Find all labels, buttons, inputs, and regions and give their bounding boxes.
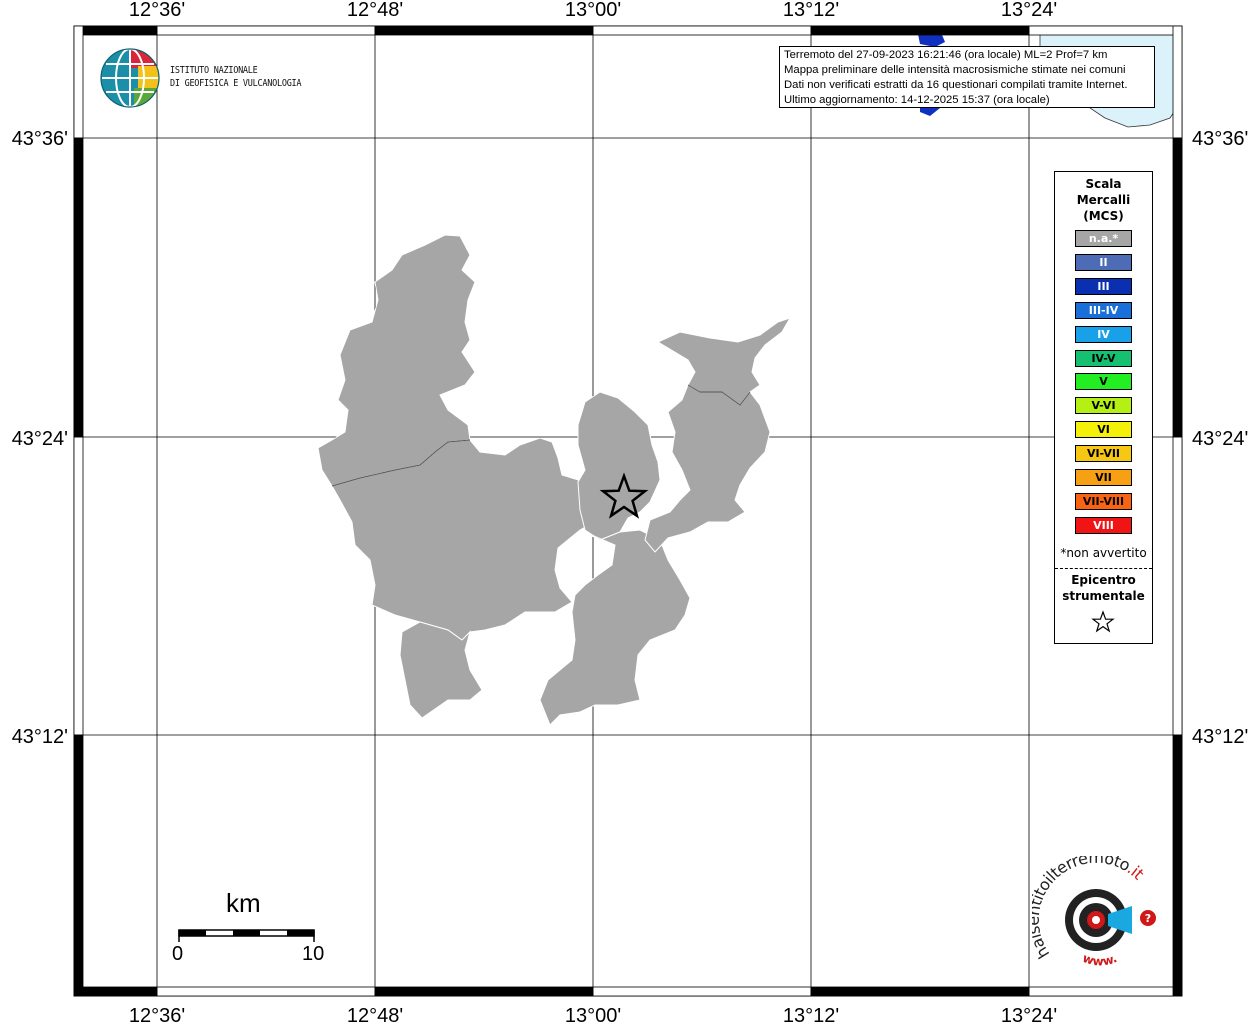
scale-bar-segment: [287, 930, 314, 936]
legend-swatch: V: [1075, 373, 1132, 391]
legend-title-line: Scala: [1085, 177, 1122, 191]
municipality-polygon: [539, 529, 691, 726]
institute-name-line: ISTITUTO NAZIONALE: [170, 65, 258, 76]
frame-bar-segment: [592, 25, 812, 36]
frame-bar-segment: [156, 25, 376, 36]
frame-bar-segment: [1172, 25, 1183, 139]
lat-label-left: 43°24': [12, 428, 68, 450]
legend-swatch: VI-VII: [1075, 445, 1132, 463]
frame-bar-segment: [1172, 137, 1183, 438]
frame-bar-segment: [156, 986, 376, 997]
globe-icon: [100, 48, 160, 108]
lon-label-top: 13°12': [783, 0, 839, 21]
frame-bar-segment: [1172, 436, 1183, 736]
info-line: Dati non verificati estratti da 16 quest…: [784, 79, 1128, 91]
legend-swatch: IV-V: [1075, 349, 1132, 367]
lat-label-right: 43°36': [1192, 128, 1248, 150]
scale-min-label: 0: [172, 943, 184, 965]
frame-bar-segment: [1028, 986, 1183, 997]
lat-label-right: 43°12': [1192, 726, 1248, 748]
lat-label-left: 43°36': [12, 128, 68, 150]
lon-label-top: 12°36': [129, 0, 185, 21]
frame-bar-segment: [73, 734, 84, 997]
legend-swatch: IV: [1075, 325, 1132, 343]
scale-bar: [178, 929, 315, 942]
institute-logo: ISTITUTO NAZIONALE DI GEOFISICA E VULCAN…: [100, 46, 320, 110]
legend-epicenter-line: Epicentro: [1071, 573, 1136, 587]
legend-swatch: III: [1075, 277, 1132, 295]
lat-label-right: 43°24': [1192, 428, 1248, 450]
frame-bar-segment: [1172, 734, 1183, 997]
lon-label-bottom: 13°00': [565, 1005, 621, 1024]
intensity-legend: Scala Mercalli (MCS) n.a.* II III III-IV IV I…: [1054, 171, 1153, 644]
legend-title: Scala Mercalli (MCS): [1055, 176, 1152, 224]
institute-name: ISTITUTO NAZIONALE DI GEOFISICA E VULCAN…: [170, 64, 302, 90]
frame-bar-segment: [73, 25, 158, 36]
frame-bar-segment: [73, 436, 84, 736]
legend-swatch: VI: [1075, 421, 1132, 439]
frame-bar-segment: [73, 25, 84, 139]
legend-swatch: VII-VIII: [1075, 492, 1132, 510]
legend-swatch: n.a.*: [1075, 230, 1132, 247]
info-line: Mappa preliminare delle intensità macros…: [784, 64, 1126, 76]
legend-divider: [1055, 568, 1152, 569]
legend-epicenter-line: strumentale: [1062, 589, 1145, 603]
legend-epicenter-label: Epicentro strumentale: [1055, 572, 1152, 604]
frame-bar-segment: [810, 25, 1030, 36]
legend-swatch: III-IV: [1075, 301, 1132, 319]
institute-name-line: DI GEOFISICA E VULCANOLOGIA: [170, 78, 302, 89]
frame-bar-segment: [374, 986, 594, 997]
lon-label-top: 13°24': [1001, 0, 1057, 21]
legend-note: *non avvertito: [1060, 546, 1147, 560]
watermark-prefix-text: www.: [1081, 951, 1119, 969]
municipalities: [317, 234, 792, 726]
scale-max-label: 10: [302, 943, 325, 965]
legend-swatch: VIII: [1075, 516, 1132, 534]
frame-bar-segment: [592, 986, 812, 997]
municipality-polygon: [577, 391, 661, 541]
scale-bar-segment: [179, 930, 206, 936]
municipality-polygon: [399, 621, 483, 719]
scale-bar-segment: [233, 930, 260, 936]
legend-title-line: (MCS): [1083, 209, 1124, 223]
frame-bar-segment: [374, 25, 594, 36]
lon-label-bottom: 12°36': [129, 1005, 185, 1024]
info-line: Terremoto del 27-09-2023 16:21:46 (ora l…: [784, 49, 1108, 61]
legend-title-line: Mercalli: [1076, 193, 1131, 207]
municipality-polygon: [644, 384, 771, 553]
lon-label-top: 13°00': [565, 0, 621, 21]
frame-bar-segment: [73, 137, 84, 438]
legend-star-icon: [1091, 610, 1115, 633]
lon-label-bottom: 13°24': [1001, 1005, 1057, 1024]
event-info-box: Terremoto del 27-09-2023 16:21:46 (ora l…: [779, 46, 1155, 108]
lat-label-left: 43°12': [12, 726, 68, 748]
scale-unit: km: [226, 888, 261, 918]
haisentito-logo: ? haisentitoilterremoto.it www.: [1032, 856, 1156, 969]
legend-swatch: II: [1075, 253, 1132, 271]
lon-label-bottom: 12°48': [347, 1005, 403, 1024]
lon-label-bottom: 13°12': [783, 1005, 839, 1024]
frame-bar-segment: [1028, 25, 1183, 36]
frame-bar-segment: [810, 986, 1030, 997]
svg-text:?: ?: [1145, 912, 1151, 925]
legend-swatch: V-VI: [1075, 397, 1132, 415]
legend-swatch: VII: [1075, 469, 1132, 486]
municipality-polygon: [656, 317, 792, 406]
frame-bar-segment: [73, 986, 158, 997]
lon-label-top: 12°48': [347, 0, 403, 21]
info-line: Ultimo aggiornamento: 14-12-2025 15:37 (…: [784, 94, 1050, 106]
